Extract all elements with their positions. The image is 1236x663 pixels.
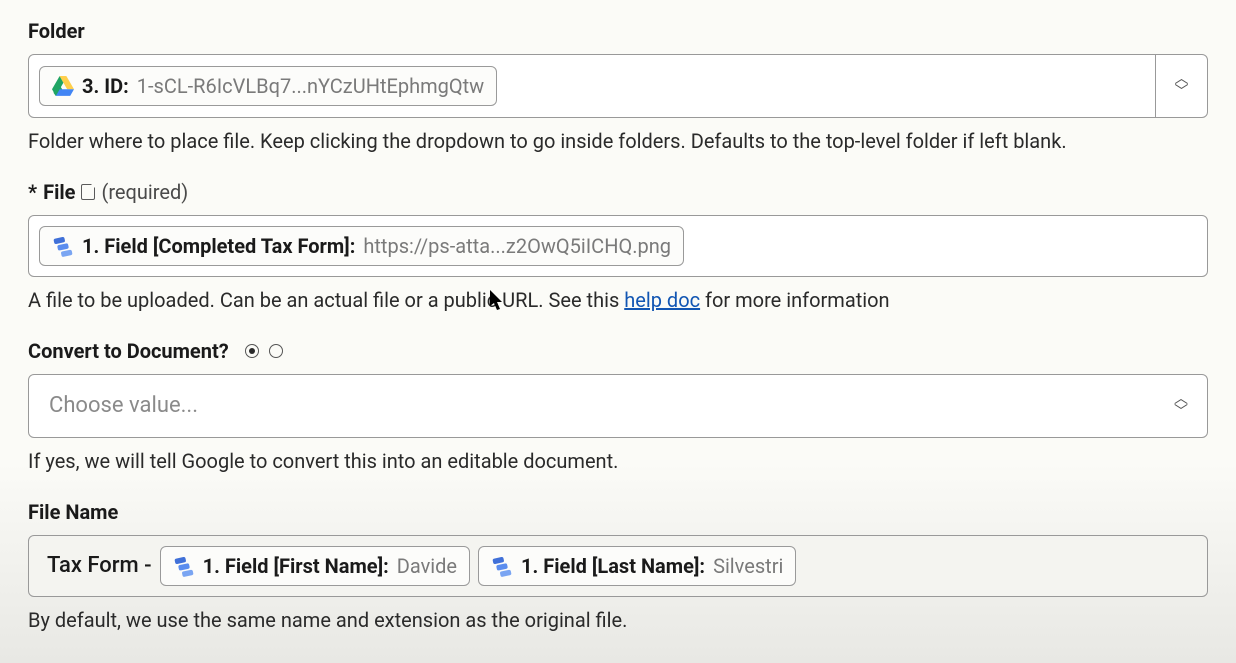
jotform-icon (52, 235, 74, 257)
folder-id-pill[interactable]: 3. ID: 1-sCL-R6IcVLBq7...nYCzUHtEphmgQtw (39, 66, 497, 106)
convert-label-text: Convert to Document? (28, 338, 229, 364)
document-icon (81, 184, 95, 200)
file-label: * File (required) (28, 179, 1208, 205)
convert-field: Convert to Document? Choose value... ︿ ﹀… (28, 338, 1208, 475)
convert-radio-option-1[interactable] (245, 344, 259, 358)
filename-pill2-value: Silvestri (713, 553, 783, 579)
folder-label-text: Folder (28, 18, 85, 44)
folder-help-text: Folder where to place file. Keep clickin… (28, 128, 1208, 155)
folder-field: Folder 3. ID: 1-sCL-R6IcVLBq7...nYCzUHtE… (28, 18, 1208, 155)
folder-input[interactable]: 3. ID: 1-sCL-R6IcVLBq7...nYCzUHtEphmgQtw… (28, 54, 1208, 118)
file-help-post: for more information (700, 288, 889, 312)
file-pill-prefix: 1. Field [Completed Tax Form]: (82, 233, 355, 259)
filename-pill1-prefix: 1. Field [First Name]: (203, 553, 389, 579)
filename-pill2-prefix: 1. Field [Last Name]: (521, 553, 705, 579)
filename-pill1-value: Davide (397, 553, 457, 579)
help-doc-link[interactable]: help doc (624, 288, 700, 312)
file-help-pre: A file to be uploaded. Can be an actual … (28, 288, 624, 312)
filename-help-text: By default, we use the same name and ext… (28, 607, 1208, 634)
required-asterisk: * (28, 179, 37, 205)
filename-label: File Name (28, 499, 1208, 525)
required-note: (required) (101, 179, 188, 205)
file-pill-value: https://ps-atta...z2OwQ5iICHQ.png (363, 233, 671, 259)
convert-select-content: Choose value... (39, 392, 1147, 421)
folder-label: Folder (28, 18, 1208, 44)
filename-label-text: File Name (28, 499, 118, 525)
file-help-text: A file to be uploaded. Can be an actual … (28, 287, 1208, 314)
folder-pill-prefix: 3. ID: (82, 73, 129, 99)
folder-dropdown-toggle[interactable]: ︿ ﹀ (1155, 55, 1207, 117)
convert-help-text: If yes, we will tell Google to convert t… (28, 448, 1208, 475)
filename-input-content: Tax Form - 1. Field [First Name]: Davide (39, 546, 1197, 586)
file-input[interactable]: 1. Field [Completed Tax Form]: https://p… (28, 215, 1208, 277)
convert-select[interactable]: Choose value... ︿ ﹀ (28, 374, 1208, 438)
filename-firstname-pill[interactable]: 1. Field [First Name]: Davide (160, 546, 470, 586)
filename-static-text: Tax Form - (39, 552, 152, 581)
filename-lastname-pill[interactable]: 1. Field [Last Name]: Silvestri (478, 546, 796, 586)
convert-radio-option-2[interactable] (269, 344, 283, 358)
convert-placeholder: Choose value... (39, 392, 198, 421)
convert-label: Convert to Document? (28, 338, 1208, 364)
folder-input-content: 3. ID: 1-sCL-R6IcVLBq7...nYCzUHtEphmgQtw (39, 66, 1147, 106)
folder-pill-value: 1-sCL-R6IcVLBq7...nYCzUHtEphmgQtw (137, 73, 484, 99)
filename-field: File Name Tax Form - 1. Field [First Nam… (28, 499, 1208, 634)
file-label-text: File (43, 179, 75, 205)
filename-input[interactable]: Tax Form - 1. Field [First Name]: Davide (28, 535, 1208, 597)
file-input-content: 1. Field [Completed Tax Form]: https://p… (39, 226, 1197, 266)
convert-dropdown-toggle[interactable]: ︿ ﹀ (1155, 375, 1207, 437)
file-field-pill[interactable]: 1. Field [Completed Tax Form]: https://p… (39, 226, 684, 266)
google-drive-icon (52, 76, 74, 96)
chevron-down-icon: ﹀ (1175, 86, 1189, 99)
jotform-icon (491, 555, 513, 577)
chevron-down-icon: ﹀ (1174, 406, 1188, 419)
file-field: * File (required) 1. Field [Completed Ta… (28, 179, 1208, 314)
jotform-icon (173, 555, 195, 577)
convert-radio-group (245, 344, 283, 358)
